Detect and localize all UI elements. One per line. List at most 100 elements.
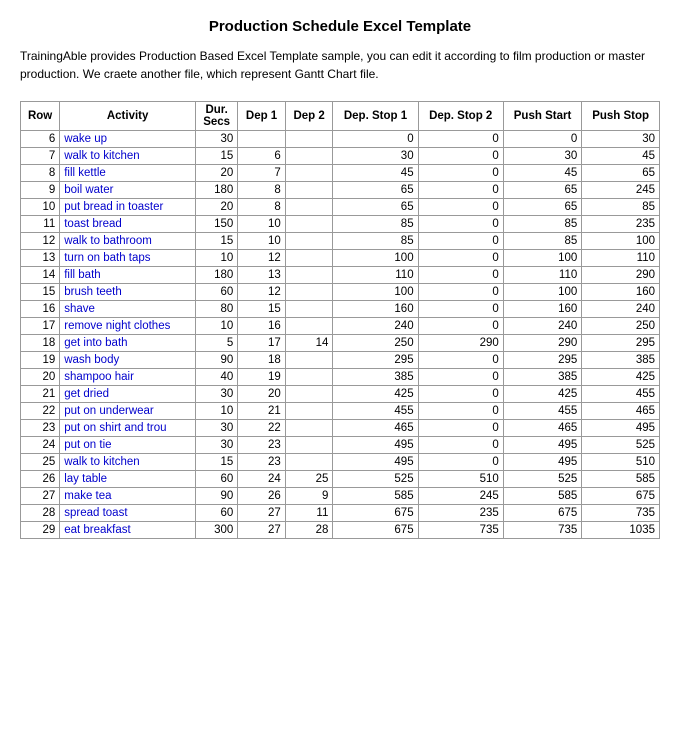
cell-value: 27 (238, 522, 286, 539)
cell-value: 7 (238, 165, 286, 182)
cell-value: 525 (333, 471, 418, 488)
col-header-dep2: Dep 2 (285, 102, 333, 131)
cell-value: 30 (503, 148, 581, 165)
cell-value: 30 (196, 437, 238, 454)
cell-value: 295 (333, 352, 418, 369)
table-row: 17remove night clothes10162400240250 (21, 318, 660, 335)
cell-value: 13 (238, 267, 286, 284)
page: Production Schedule Excel Template Train… (0, 0, 680, 549)
cell-activity: fill kettle (60, 165, 196, 182)
cell-value: 110 (503, 267, 581, 284)
table-row: 28spread toast602711675235675735 (21, 505, 660, 522)
cell-value (285, 131, 333, 148)
cell-value: 675 (333, 522, 418, 539)
cell-value: 10 (196, 250, 238, 267)
cell-value: 0 (418, 454, 503, 471)
cell-activity: put on tie (60, 437, 196, 454)
cell-value: 465 (582, 403, 660, 420)
table-row: 15brush teeth60121000100160 (21, 284, 660, 301)
cell-value (285, 284, 333, 301)
cell-value (285, 369, 333, 386)
table-row: 14fill bath180131100110290 (21, 267, 660, 284)
cell-value (285, 148, 333, 165)
cell-value: 85 (333, 216, 418, 233)
col-header-dur-secs: Dur.Secs (196, 102, 238, 131)
cell-value: 24 (238, 471, 286, 488)
cell-value: 180 (196, 267, 238, 284)
cell-value: 0 (418, 369, 503, 386)
cell-value: 5 (196, 335, 238, 352)
cell-value (238, 131, 286, 148)
cell-row-num: 13 (21, 250, 60, 267)
table-row: 12walk to bathroom151085085100 (21, 233, 660, 250)
cell-value: 510 (418, 471, 503, 488)
cell-activity: shave (60, 301, 196, 318)
col-header-push-start: Push Start (503, 102, 581, 131)
cell-value: 12 (238, 284, 286, 301)
cell-row-num: 18 (21, 335, 60, 352)
cell-activity: make tea (60, 488, 196, 505)
table-row: 13turn on bath taps10121000100110 (21, 250, 660, 267)
cell-value: 240 (582, 301, 660, 318)
cell-value (285, 301, 333, 318)
cell-value (285, 216, 333, 233)
cell-value: 0 (418, 267, 503, 284)
table-row: 16shave80151600160240 (21, 301, 660, 318)
table-row: 8fill kettle2074504565 (21, 165, 660, 182)
cell-value (285, 267, 333, 284)
cell-value (285, 454, 333, 471)
cell-value: 0 (418, 250, 503, 267)
cell-activity: put bread in toaster (60, 199, 196, 216)
cell-row-num: 14 (21, 267, 60, 284)
cell-value: 1035 (582, 522, 660, 539)
cell-value: 20 (196, 199, 238, 216)
cell-value: 240 (333, 318, 418, 335)
cell-value: 16 (238, 318, 286, 335)
table-row: 26lay table602425525510525585 (21, 471, 660, 488)
cell-activity: wake up (60, 131, 196, 148)
cell-value: 585 (582, 471, 660, 488)
cell-value: 12 (238, 250, 286, 267)
cell-value: 65 (503, 199, 581, 216)
cell-value: 23 (238, 437, 286, 454)
cell-value: 45 (503, 165, 581, 182)
cell-row-num: 10 (21, 199, 60, 216)
cell-value: 465 (333, 420, 418, 437)
cell-value: 245 (418, 488, 503, 505)
cell-value: 0 (333, 131, 418, 148)
cell-value: 735 (418, 522, 503, 539)
cell-value: 8 (238, 182, 286, 199)
cell-activity: get into bath (60, 335, 196, 352)
cell-value: 455 (582, 386, 660, 403)
cell-value: 15 (196, 454, 238, 471)
cell-row-num: 16 (21, 301, 60, 318)
col-header-activity: Activity (60, 102, 196, 131)
cell-value: 240 (503, 318, 581, 335)
cell-value: 495 (503, 437, 581, 454)
cell-value: 23 (238, 454, 286, 471)
table-row: 6wake up3000030 (21, 131, 660, 148)
cell-value: 65 (503, 182, 581, 199)
cell-value: 0 (418, 318, 503, 335)
cell-activity: walk to bathroom (60, 233, 196, 250)
cell-value (285, 403, 333, 420)
cell-value: 0 (418, 199, 503, 216)
cell-value: 8 (238, 199, 286, 216)
cell-row-num: 6 (21, 131, 60, 148)
cell-value: 0 (418, 182, 503, 199)
cell-row-num: 22 (21, 403, 60, 420)
cell-value: 0 (418, 233, 503, 250)
cell-activity: wash body (60, 352, 196, 369)
cell-value: 510 (582, 454, 660, 471)
cell-value: 0 (418, 284, 503, 301)
cell-value: 425 (333, 386, 418, 403)
cell-value: 100 (333, 284, 418, 301)
cell-value: 585 (503, 488, 581, 505)
col-header-row: Row (21, 102, 60, 131)
table-row: 11toast bread1501085085235 (21, 216, 660, 233)
cell-value: 455 (503, 403, 581, 420)
cell-value: 235 (418, 505, 503, 522)
cell-value: 675 (333, 505, 418, 522)
cell-row-num: 17 (21, 318, 60, 335)
cell-value: 675 (582, 488, 660, 505)
